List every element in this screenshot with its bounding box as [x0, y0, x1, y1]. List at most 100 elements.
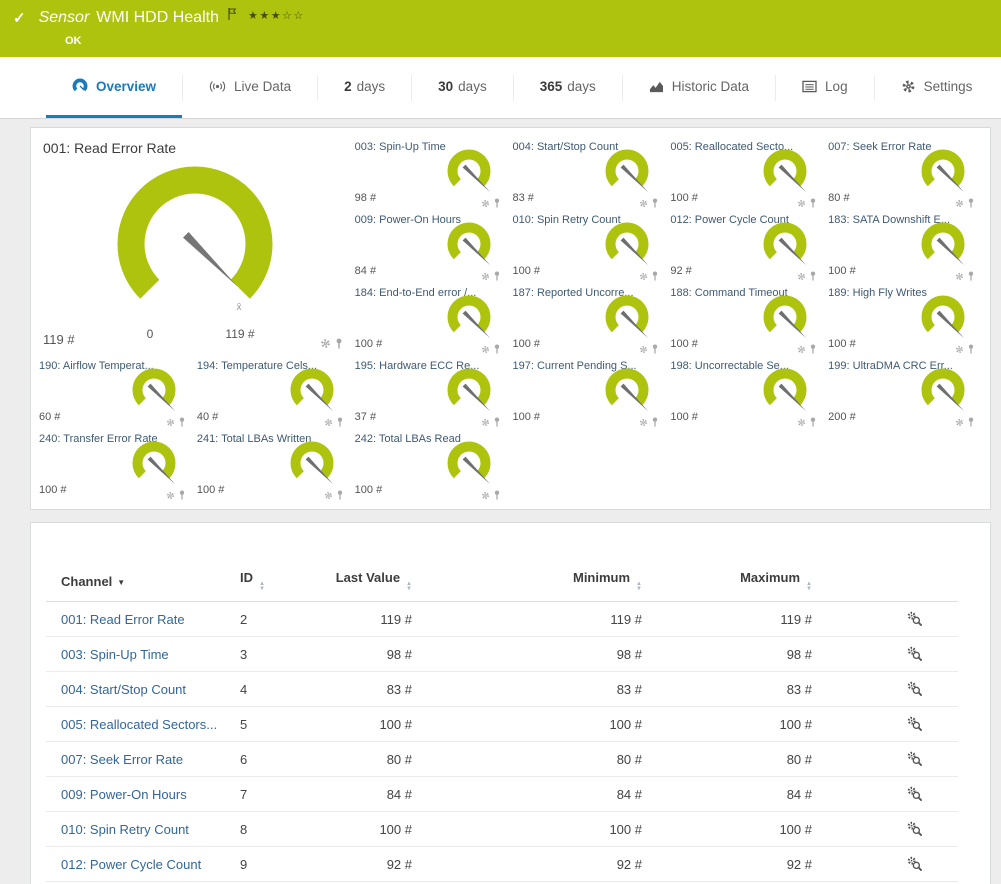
- flag-icon[interactable]: [228, 8, 236, 20]
- channel-gauge-tile[interactable]: 183: SATA Downshift E...100 #: [826, 209, 984, 282]
- channel-gauge-tile[interactable]: 241: Total LBAs Written100 #: [195, 428, 353, 501]
- gear-icon[interactable]: [639, 272, 648, 281]
- pin-icon[interactable]: [809, 271, 817, 281]
- channel-link[interactable]: 010: Spin Retry Count: [61, 822, 189, 837]
- channel-gauge-tile[interactable]: 199: UltraDMA CRC Err...200 #: [826, 355, 984, 428]
- channel-gauge-tile[interactable]: 197: Current Pending S...100 #: [510, 355, 668, 428]
- pin-icon[interactable]: [967, 198, 975, 208]
- tab-settings[interactable]: Settings: [875, 57, 999, 118]
- gear-icon[interactable]: [955, 199, 964, 208]
- edit-channel-button[interactable]: [906, 645, 922, 664]
- gear-icon[interactable]: [955, 272, 964, 281]
- tab-historic-data[interactable]: Historic Data: [623, 57, 775, 118]
- channel-link[interactable]: 012: Power Cycle Count: [61, 857, 201, 872]
- pin-icon[interactable]: [493, 490, 501, 500]
- edit-channel-button[interactable]: [906, 715, 922, 734]
- pin-icon[interactable]: [493, 344, 501, 354]
- gear-icon[interactable]: [797, 272, 806, 281]
- edit-channel-icon: [906, 855, 922, 871]
- edit-channel-button[interactable]: [906, 750, 922, 769]
- column-header-maximum[interactable]: Maximum▲▼: [646, 565, 816, 602]
- channel-link[interactable]: 007: Seek Error Rate: [61, 752, 183, 767]
- channel-gauge-tile[interactable]: 242: Total LBAs Read100 #: [353, 428, 511, 501]
- gear-icon[interactable]: [797, 345, 806, 354]
- pin-icon[interactable]: [651, 417, 659, 427]
- channel-gauge-tile[interactable]: 007: Seek Error Rate80 #: [826, 136, 984, 209]
- tab-overview[interactable]: Overview: [46, 57, 182, 118]
- gear-icon[interactable]: [955, 418, 964, 427]
- edit-channel-button[interactable]: [906, 820, 922, 839]
- channel-gauge-tile[interactable]: 187: Reported Uncorre...100 #: [510, 282, 668, 355]
- pin-icon[interactable]: [967, 344, 975, 354]
- channel-gauge-tile[interactable]: 184: End-to-End error /...100 #: [353, 282, 511, 355]
- channel-link[interactable]: 009: Power-On Hours: [61, 787, 187, 802]
- gear-icon[interactable]: [955, 345, 964, 354]
- pin-icon[interactable]: [967, 417, 975, 427]
- pin-icon[interactable]: [809, 198, 817, 208]
- tab-log[interactable]: Log: [776, 57, 874, 118]
- pin-icon[interactable]: [967, 271, 975, 281]
- channel-gauge-tile[interactable]: 190: Airflow Temperat...60 #: [37, 355, 195, 428]
- gear-icon[interactable]: [797, 199, 806, 208]
- gear-icon[interactable]: [639, 418, 648, 427]
- gear-icon[interactable]: [639, 199, 648, 208]
- pin-icon[interactable]: [493, 417, 501, 427]
- gauge-tile-actions: [797, 417, 817, 427]
- gear-icon[interactable]: [481, 491, 490, 500]
- edit-channel-button[interactable]: [906, 610, 922, 629]
- column-header-id[interactable]: ID▲▼: [236, 565, 311, 602]
- column-header-last-value[interactable]: Last Value▲▼: [311, 565, 416, 602]
- edit-channel-button[interactable]: [906, 785, 922, 804]
- edit-channel-button[interactable]: [906, 855, 922, 874]
- channel-gauge-tile[interactable]: 004: Start/Stop Count83 #: [510, 136, 668, 209]
- pin-icon[interactable]: [335, 338, 343, 349]
- pin-icon[interactable]: [178, 490, 186, 500]
- gear-icon[interactable]: [481, 199, 490, 208]
- pin-icon[interactable]: [809, 344, 817, 354]
- pin-icon[interactable]: [336, 417, 344, 427]
- channel-gauge-tile[interactable]: 009: Power-On Hours84 #: [353, 209, 511, 282]
- gear-icon[interactable]: [481, 345, 490, 354]
- gear-icon[interactable]: [797, 418, 806, 427]
- tab-2-days[interactable]: 2 days: [318, 57, 411, 118]
- pin-icon[interactable]: [493, 271, 501, 281]
- gear-icon[interactable]: [481, 272, 490, 281]
- channel-gauge-tile[interactable]: 240: Transfer Error Rate100 #: [37, 428, 195, 501]
- pin-icon[interactable]: [651, 198, 659, 208]
- column-header-channel[interactable]: Channel▼: [46, 565, 236, 602]
- priority-stars[interactable]: ★★★☆☆: [248, 9, 305, 22]
- gear-icon[interactable]: [320, 338, 331, 349]
- pin-icon[interactable]: [493, 198, 501, 208]
- channel-gauge-tile[interactable]: 010: Spin Retry Count100 #: [510, 209, 668, 282]
- pin-icon[interactable]: [651, 344, 659, 354]
- channel-minimum: 119 #: [416, 602, 646, 637]
- channel-gauge-tile[interactable]: 198: Uncorrectable Se...100 #: [668, 355, 826, 428]
- channel-gauge-tile[interactable]: 005: Reallocated Secto...100 #: [668, 136, 826, 209]
- primary-gauge-tile[interactable]: 001: Read Error Rate 0119 #x̄ 119 #: [37, 136, 353, 355]
- channel-link[interactable]: 001: Read Error Rate: [61, 612, 185, 627]
- channel-link[interactable]: 004: Start/Stop Count: [61, 682, 186, 697]
- gear-icon[interactable]: [166, 418, 175, 427]
- tab-30-days[interactable]: 30 days: [412, 57, 513, 118]
- pin-icon[interactable]: [651, 271, 659, 281]
- gear-icon[interactable]: [639, 345, 648, 354]
- gear-icon[interactable]: [324, 491, 333, 500]
- gear-icon[interactable]: [481, 418, 490, 427]
- pin-icon[interactable]: [809, 417, 817, 427]
- pin-icon[interactable]: [178, 417, 186, 427]
- column-header-minimum[interactable]: Minimum▲▼: [416, 565, 646, 602]
- gear-icon[interactable]: [166, 491, 175, 500]
- channel-gauge-tile[interactable]: 003: Spin-Up Time98 #: [353, 136, 511, 209]
- edit-channel-button[interactable]: [906, 680, 922, 699]
- tab-live-data[interactable]: Live Data: [183, 57, 317, 118]
- tab-365-days[interactable]: 365 days: [514, 57, 622, 118]
- channel-link[interactable]: 003: Spin-Up Time: [61, 647, 169, 662]
- channel-gauge-tile[interactable]: 195: Hardware ECC Re...37 #: [353, 355, 511, 428]
- gear-icon[interactable]: [324, 418, 333, 427]
- channel-gauge-tile[interactable]: 194: Temperature Cels...40 #: [195, 355, 353, 428]
- channel-link[interactable]: 005: Reallocated Sectors...: [61, 717, 217, 732]
- channel-gauge-tile[interactable]: 188: Command Timeout100 #: [668, 282, 826, 355]
- pin-icon[interactable]: [336, 490, 344, 500]
- channel-gauge-tile[interactable]: 189: High Fly Writes100 #: [826, 282, 984, 355]
- channel-gauge-tile[interactable]: 012: Power Cycle Count92 #: [668, 209, 826, 282]
